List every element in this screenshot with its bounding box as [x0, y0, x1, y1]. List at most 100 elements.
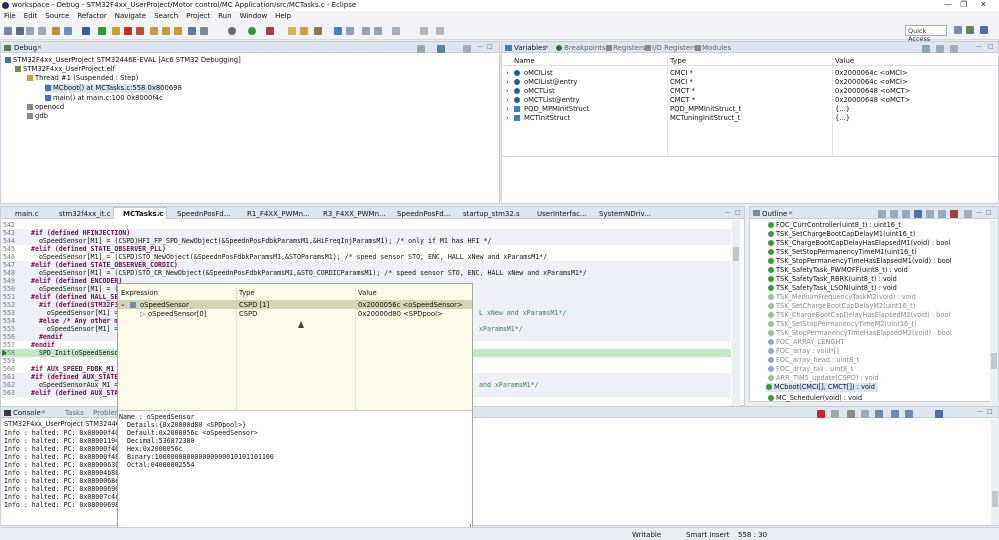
tab-breakpoints[interactable]: Breakpoints [564, 44, 606, 52]
collapse-icon[interactable]: ⌄ [120, 300, 126, 308]
outline-menu-icon[interactable] [964, 210, 972, 218]
toggle-mark-icon[interactable] [334, 27, 342, 35]
tab-registers[interactable]: Registers [613, 44, 645, 52]
outline-scrollbar[interactable] [990, 220, 998, 402]
cpp-perspective-icon[interactable] [980, 26, 988, 34]
outline-item-inactive[interactable]: TSK_SetStopPermanencyTimeM2(uint16_t) [768, 320, 917, 328]
outline-tab[interactable]: Outline [762, 210, 787, 218]
table-row[interactable]: › oMCTList CMCT * 0x20000648 <oMCT> [502, 86, 998, 95]
editor-tab-main-c[interactable]: main.c [15, 210, 39, 218]
tab-console[interactable]: Console [13, 409, 41, 417]
outline-item-selected[interactable]: MCboot(CMCI[], CMCT[]) : void [766, 383, 878, 392]
settings-icon[interactable] [228, 27, 236, 35]
outline-maximize-icon[interactable]: □ [986, 209, 992, 216]
menu-window[interactable]: Window [236, 11, 272, 21]
save-icon[interactable] [16, 27, 24, 35]
editor-tab-startup[interactable]: startup_stm32.s [463, 210, 520, 218]
menu-refactor[interactable]: Refactor [73, 11, 110, 21]
outline-scroll-thumb[interactable] [991, 353, 997, 369]
editor-tab-userinterface[interactable]: UserInterfac... [537, 210, 587, 218]
minimize-icon[interactable]: — [944, 0, 952, 9]
block-selection-icon[interactable] [346, 27, 354, 35]
debug-tab-close-icon[interactable]: ✕ [37, 44, 42, 51]
hover-col-value[interactable]: Value [358, 289, 377, 297]
next-annotation-icon[interactable] [362, 27, 370, 35]
table-row[interactable]: › oMCIList CMCI * 0x2000064c <oMCI> [502, 68, 998, 77]
table-row[interactable]: › oMCTList@entry CMCT * 0x20000648 <oMCT> [502, 95, 998, 104]
menu-file[interactable]: File [0, 11, 20, 21]
outline-item[interactable]: TSK_ChargeBootCapDelayHasElapsedM1(void)… [768, 239, 950, 247]
new-icon[interactable] [4, 27, 12, 35]
expand-icon[interactable]: › [506, 78, 509, 86]
tab-modules[interactable]: Modules [702, 44, 731, 52]
editor-tab-stm32f4xx-it-c[interactable]: stm32f4xx_it.c [59, 210, 111, 218]
maximize-icon[interactable]: ❐ [960, 0, 967, 9]
tree-frame-main[interactable]: main() at main.c:100 0x8000f4c [45, 94, 163, 102]
tab-tasks[interactable]: Tasks [65, 409, 84, 417]
outline-item-inactive[interactable]: TSK_StopPermanencyTimeHasElapsedM2(void)… [768, 329, 952, 337]
outline-item-inactive[interactable]: TSK_ChargeBootCapDelayHasElapsedM2(void)… [768, 311, 950, 319]
group-includes-icon[interactable] [938, 210, 946, 218]
skip-breakpoints-icon[interactable] [82, 27, 90, 35]
variables-view-menu-icon[interactable] [950, 45, 958, 53]
terminate-icon[interactable] [124, 27, 132, 35]
debug-perspective-icon[interactable] [966, 26, 974, 34]
hover-row[interactable]: ▷ oSpeedSensor[0] CSPD 0x20000d80 <SPDpo… [118, 309, 472, 318]
table-row[interactable]: › PQD_MPMInitStruct PQD_MPMInitStruct_t {..… [502, 104, 998, 113]
table-row[interactable]: › oMCIList@entry CMCI * 0x2000064c <oMCI> [502, 77, 998, 86]
debug-maximize-icon[interactable]: □ [487, 43, 493, 50]
forward-icon[interactable] [436, 27, 444, 35]
open-console-icon[interactable] [935, 410, 943, 418]
view-menu-icon[interactable] [463, 45, 471, 53]
display-console-icon[interactable] [905, 410, 913, 418]
menu-search[interactable]: Search [150, 11, 182, 21]
outline-item-inactive[interactable]: FOC_array_tail : uint8_t [768, 365, 853, 373]
print-icon[interactable] [38, 27, 46, 35]
variables-detail-pane[interactable] [502, 156, 998, 204]
hover-row-selected[interactable]: ⌄ oSpeedSensor CSPD [1] 0x2000056c <oSpe… [118, 300, 472, 309]
debug-config-icon[interactable] [64, 27, 72, 35]
menu-source[interactable]: Source [41, 11, 73, 21]
menu-help[interactable]: Help [271, 11, 295, 21]
menu-project[interactable]: Project [182, 11, 214, 21]
hide-inactive-icon[interactable] [926, 210, 934, 218]
outline-item-inactive[interactable]: FOC_ARRAY_LENGHT [768, 338, 844, 346]
outline-item-inactive[interactable]: FOC_array_head : uint8_t [768, 356, 859, 364]
console-tab-close-icon[interactable]: ✕ [41, 409, 46, 416]
hover-col-type[interactable]: Type [239, 289, 255, 297]
tree-frame-mcboot[interactable]: MCboot() at MCTasks.c:558 0x800698 [45, 84, 182, 93]
expand-icon[interactable]: › [506, 105, 509, 113]
outline-sort-icon[interactable] [878, 210, 886, 218]
disconnect-icon[interactable] [136, 27, 144, 35]
scroll-lock-icon[interactable] [861, 410, 869, 418]
expand-icon[interactable]: › [506, 69, 509, 77]
perspective-icon[interactable] [954, 26, 962, 34]
last-edit-icon[interactable] [392, 27, 400, 35]
console-remove-icon[interactable] [831, 410, 839, 418]
console-scroll-thumb[interactable] [992, 491, 998, 507]
close-icon[interactable]: ✕ [980, 0, 987, 9]
editor-tab-r1-f4xx[interactable]: R1_F4XX_PWMn... [247, 210, 310, 218]
tree-thread[interactable]: Thread #1 (Suspended : Step) [27, 74, 138, 82]
tree-elf[interactable]: STM32F4xx_UserProject.elf [15, 65, 115, 73]
expand-icon[interactable]: › [506, 114, 509, 122]
outline-item-inactive[interactable]: FOC_array : void*[] [768, 347, 839, 355]
hide-static-icon[interactable] [902, 210, 910, 218]
tab-variables[interactable]: Variables [514, 44, 546, 52]
editor-tab-systemndriv[interactable]: SystemNDriv... [599, 210, 651, 218]
editor-tab-speednposfd-2[interactable]: SpeednPosFd... [397, 210, 450, 218]
open-type-icon[interactable] [300, 27, 308, 35]
editor-maximize-icon[interactable]: □ [735, 209, 741, 216]
hover-col-expression[interactable]: Expression [121, 289, 158, 297]
editor-tab-close-icon[interactable]: ✕ [157, 210, 162, 217]
console-terminate-icon[interactable] [817, 410, 825, 418]
outline-item[interactable]: TSK_SafetyTask_LSON(uint8_t) : void [768, 284, 897, 292]
variables-maximize-icon[interactable]: □ [988, 43, 994, 50]
expand-icon[interactable]: › [506, 96, 509, 104]
collapse-all-icon[interactable] [922, 45, 930, 53]
console-minimize-icon[interactable]: — [977, 408, 983, 415]
outline-item-inactive[interactable]: TSK_MediumFrequencyTaskM2(void) : void [768, 293, 916, 301]
prev-annotation-icon[interactable] [374, 27, 382, 35]
col-value[interactable]: Value [835, 57, 854, 65]
outline-item[interactable]: FOC_CurrController(uint8_t) : uint16_t [768, 221, 901, 229]
